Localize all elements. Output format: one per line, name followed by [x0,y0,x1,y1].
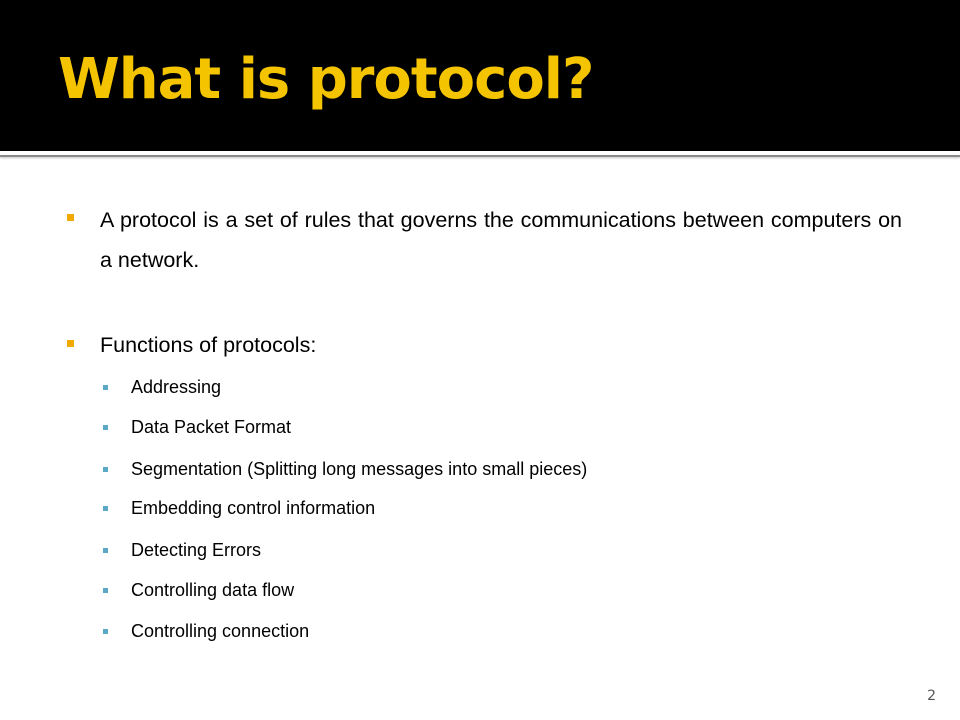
sub-item-connection: Controlling connection [131,621,310,641]
square-bullet-icon [67,214,74,221]
slide-number: 2 [927,688,936,704]
slide-title: What is protocol? [58,47,594,112]
square-bullet-icon [67,340,74,347]
square-sub-bullet-icon [103,506,108,511]
sub-item-embedding-control: Embedding control information [131,498,376,518]
sub-item-segmentation: Segmentation (Splitting long messages in… [131,459,588,479]
bullet-definition: A protocol is a set of rules that govern… [100,208,902,272]
sub-item-data-flow: Controlling data flow [131,580,295,600]
sub-item-detecting-errors: Detecting Errors [131,540,262,560]
title-bar: What is protocol? [0,0,960,151]
square-sub-bullet-icon [103,629,108,634]
sub-item-addressing: Addressing [131,377,222,397]
square-sub-bullet-icon [103,588,108,593]
square-sub-bullet-icon [103,548,108,553]
bullet-functions-heading: Functions of protocols: [100,333,317,357]
square-sub-bullet-icon [103,425,108,430]
square-sub-bullet-icon [103,467,108,472]
square-sub-bullet-icon [103,385,108,390]
header-divider [0,155,960,157]
sub-item-data-packet-format: Data Packet Format [131,417,292,437]
